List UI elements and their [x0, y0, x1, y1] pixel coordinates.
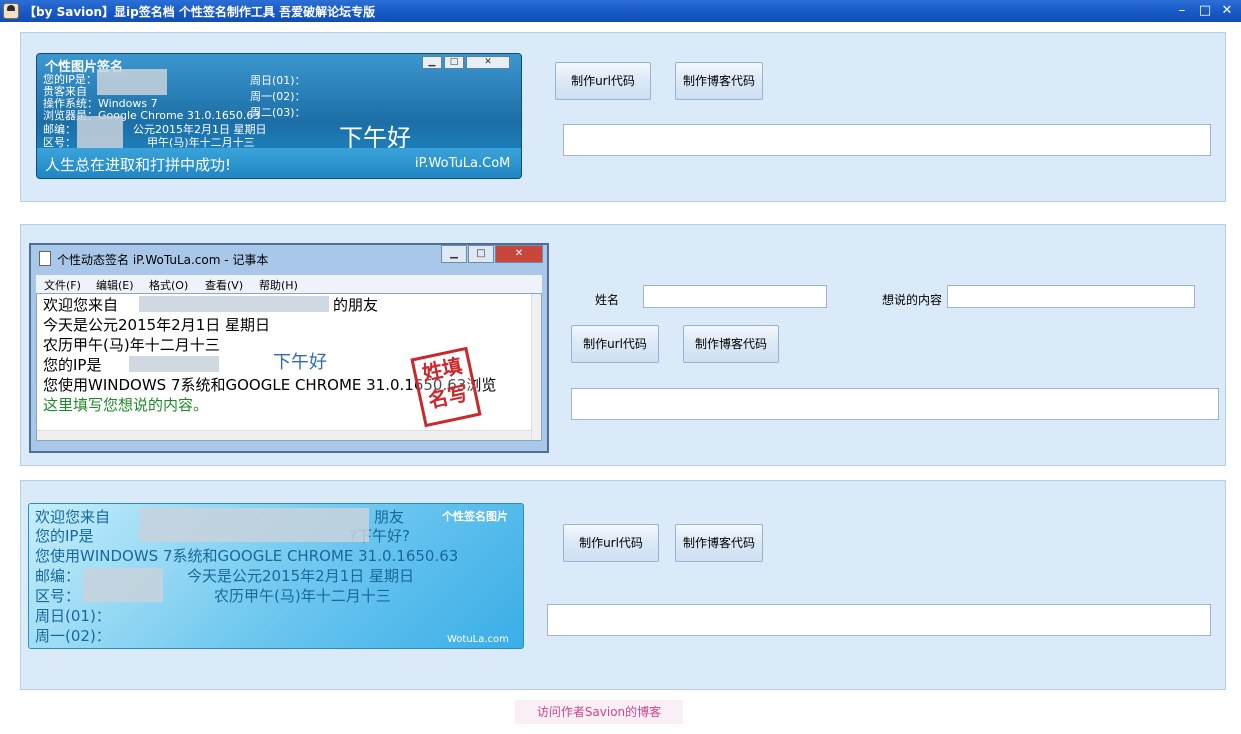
- content-label: 想说的内容: [882, 293, 943, 307]
- pic-line-zip: 邮编：: [35, 567, 81, 585]
- notepad-menu-format: 格式(O): [149, 279, 189, 292]
- pic-line-friend: 朋友: [374, 508, 405, 526]
- window-title: 【by Savion】显ip签名档 个性签名制作工具 吾爱破解论坛专版: [24, 5, 376, 19]
- notepad-menu-file: 文件(F): [44, 279, 81, 292]
- notepad-signature-preview: 个性动态签名 iP.WoTuLa.com - 记事本 ▁ □ ✕ 文件(F) 编…: [29, 243, 549, 453]
- notepad-line-lunar: 农历甲午(马)年十二月十三: [43, 336, 220, 354]
- panel2-make-url-button[interactable]: 制作url代码: [571, 325, 659, 363]
- blurred-region: [97, 69, 167, 95]
- notepad-menubar: 文件(F) 编辑(E) 格式(O) 查看(V) 帮助(H): [36, 275, 542, 293]
- author-blog-link[interactable]: 访问作者Savion的博客: [515, 700, 683, 724]
- blurred-region: [139, 296, 329, 312]
- panel2-output-field[interactable]: [571, 388, 1219, 420]
- panel3-make-url-button[interactable]: 制作url代码: [563, 524, 659, 562]
- notepad-menu-view: 查看(V): [205, 279, 244, 292]
- notepad-title: 个性动态签名 iP.WoTuLa.com - 记事本: [57, 253, 269, 267]
- close-button[interactable]: ✕: [1218, 3, 1236, 19]
- notepad-maximize-icon: □: [468, 245, 494, 263]
- sig-day-sun: 周日(01)：: [250, 74, 306, 87]
- notepad-horizontal-scrollbar: [37, 430, 531, 440]
- notepad-menu-edit: 编辑(E): [96, 279, 134, 292]
- preview-window-buttons: ▁ □ ✕: [422, 56, 514, 70]
- sig-motto: 人生总在进取和打拼中成功!: [45, 156, 232, 174]
- picture-signature-site: WotuLa.com: [447, 634, 509, 645]
- pic-line-welcome: 欢迎您来自: [35, 508, 111, 526]
- panel-notepad-signature: 个性动态签名 iP.WoTuLa.com - 记事本 ▁ □ ✕ 文件(F) 编…: [20, 224, 1226, 466]
- pic-line-mon: 周一(02)：: [35, 627, 111, 645]
- panel-image-signature: 个性图片签名 ▁ □ ✕ 您的IP是： 贵客来自 操作系统：Windows 7 …: [20, 32, 1226, 202]
- preview-minimize-icon: ▁: [422, 56, 442, 69]
- image-signature-preview: 个性图片签名 ▁ □ ✕ 您的IP是： 贵客来自 操作系统：Windows 7 …: [36, 53, 522, 179]
- blurred-region: [83, 568, 163, 602]
- pic-line-sun: 周日(01)：: [35, 607, 111, 625]
- preview-close-icon: ✕: [466, 56, 510, 69]
- notepad-line-welcome: 欢迎您来自: [43, 296, 119, 314]
- maximize-button[interactable]: □: [1196, 3, 1214, 19]
- blurred-region: [77, 116, 123, 148]
- pic-line-system: 您使用WINDOWS 7系统和GOOGLE CHROME 31.0.1650.6…: [35, 547, 459, 565]
- pic-line-lunar: 农历甲午(马)年十二月十三: [214, 587, 391, 605]
- notepad-close-icon: ✕: [495, 245, 543, 263]
- title-bar: 【by Savion】显ip签名档 个性签名制作工具 吾爱破解论坛专版 – □ …: [0, 0, 1241, 22]
- minimize-button[interactable]: –: [1173, 3, 1191, 19]
- app-avatar-icon: [3, 3, 19, 19]
- preview-maximize-icon: □: [444, 56, 464, 69]
- notepad-vertical-scrollbar: [531, 294, 541, 440]
- pic-line-ip: 您的IP是: [35, 527, 94, 545]
- blurred-region: [129, 356, 219, 372]
- client-area: 个性图片签名 ▁ □ ✕ 您的IP是： 贵客来自 操作系统：Windows 7 …: [0, 22, 1241, 734]
- name-label: 姓名: [595, 293, 620, 307]
- sig-site: iP.WoTuLa.CoM: [415, 156, 511, 171]
- panel3-make-blog-button[interactable]: 制作博客代码: [675, 524, 763, 562]
- notepad-menu-help: 帮助(H): [259, 279, 298, 292]
- notepad-minimize-icon: ▁: [441, 245, 467, 263]
- notepad-line-ip: 您的IP是: [43, 356, 102, 374]
- notepad-greeting: 下午好: [273, 352, 327, 373]
- panel1-make-url-button[interactable]: 制作url代码: [555, 62, 651, 100]
- sig-day-mon: 周一(02)：: [250, 90, 306, 103]
- name-input[interactable]: [643, 285, 827, 308]
- panel2-make-blog-button[interactable]: 制作博客代码: [683, 325, 779, 363]
- pic-line-date: 今天是公元2015年2月1日 星期日: [187, 567, 415, 585]
- picture-signature-tag: 个性签名图片: [442, 510, 508, 523]
- panel1-output-field[interactable]: [563, 124, 1211, 156]
- notepad-line-date: 今天是公元2015年2月1日 星期日: [43, 316, 271, 334]
- notepad-line-message: 这里填写您想说的内容。: [43, 396, 209, 414]
- panel3-output-field[interactable]: [547, 604, 1211, 636]
- name-stamp: 姓填名写: [410, 346, 482, 428]
- panel1-make-blog-button[interactable]: 制作博客代码: [675, 62, 763, 100]
- blurred-region: [139, 508, 369, 542]
- content-input[interactable]: [947, 285, 1195, 308]
- sig-day-tue: 周二(03)：: [250, 106, 306, 119]
- notepad-content: 欢迎您来自 的朋友 今天是公元2015年2月1日 星期日 农历甲午(马)年十二月…: [36, 293, 542, 441]
- notepad-window-buttons: ▁ □ ✕: [441, 245, 545, 263]
- picture-signature-preview: 个性签名图片 欢迎您来自 朋友 您的IP是 ?下午好? 您使用WINDOWS 7…: [28, 503, 524, 649]
- pic-line-area: 区号：: [35, 587, 81, 605]
- panel-picture-signature: 个性签名图片 欢迎您来自 朋友 您的IP是 ?下午好? 您使用WINDOWS 7…: [20, 480, 1226, 690]
- notepad-icon: [39, 251, 51, 266]
- notepad-line-friend: 的朋友: [333, 296, 379, 314]
